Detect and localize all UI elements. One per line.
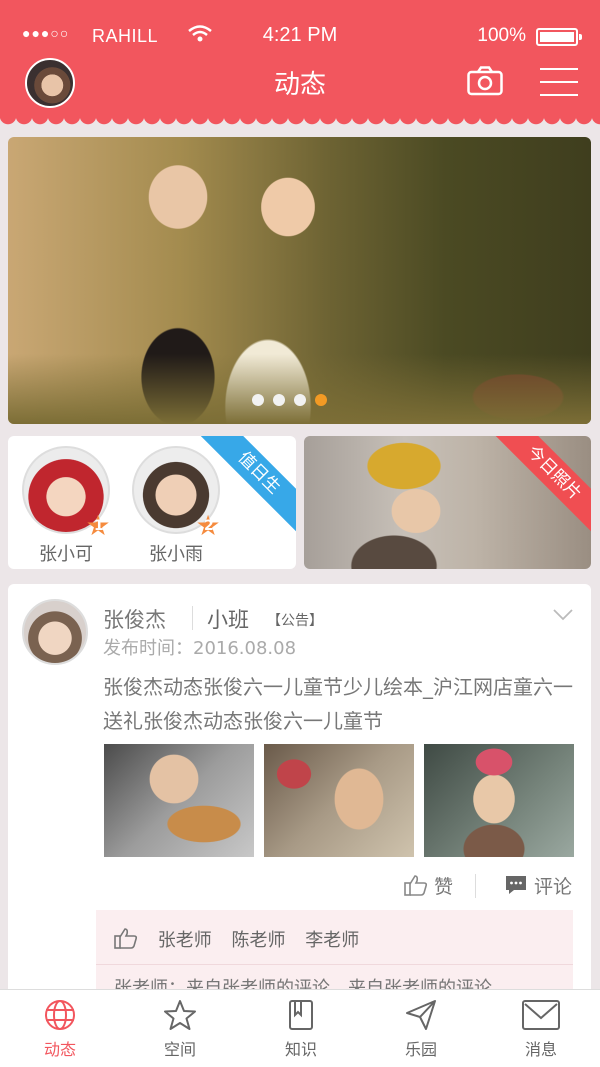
liker-name[interactable]: 陈老师	[231, 930, 285, 951]
photo-of-day-card[interactable]: 今日照片	[304, 436, 591, 569]
tab-label: 消息	[524, 1040, 557, 1059]
tab-knowledge[interactable]: 知识	[261, 998, 341, 1060]
mail-icon	[522, 1000, 560, 1030]
page-title: 动态	[273, 70, 326, 100]
likers-row: 张老师 陈老师 李老师	[114, 926, 373, 952]
author-name[interactable]: 张俊杰	[103, 604, 166, 634]
comment-button[interactable]: 评论	[504, 872, 572, 899]
feed-post: 张俊杰 小班 【公告】 发布时间：2016.08.08 张俊杰动态张俊六一儿童节…	[8, 584, 591, 1004]
star-icon	[164, 1000, 196, 1030]
tab-dynamics[interactable]: 动态	[20, 998, 100, 1060]
liker-name[interactable]: 李老师	[305, 930, 359, 951]
thumbs-up-icon	[404, 875, 434, 898]
post-time: 发布时间：2016.08.08	[103, 638, 297, 659]
like-label: 赞	[434, 876, 454, 898]
tab-label: 动态	[43, 1040, 76, 1059]
duty-kid-1[interactable]: 张小可 ★ 1	[20, 446, 112, 566]
battery-icon	[536, 28, 582, 46]
thumbs-up-icon	[114, 928, 144, 951]
carousel-dot[interactable]	[294, 394, 306, 406]
carousel-indicator	[252, 391, 336, 410]
tab-messages[interactable]: 消息	[501, 998, 581, 1060]
class-name: 小班	[207, 608, 249, 632]
camera-icon[interactable]	[467, 66, 503, 96]
status-bar: ●●●○○ RAHILL 4:21 PM 100%	[22, 22, 582, 52]
hero-banner[interactable]	[8, 137, 591, 424]
carousel-dot[interactable]	[273, 394, 285, 406]
menu-icon[interactable]	[540, 68, 578, 96]
rank-number: 1	[94, 518, 104, 534]
post-image[interactable]	[264, 744, 414, 857]
carousel-dot-active[interactable]	[315, 394, 327, 406]
comment-label: 评论	[534, 876, 573, 898]
bottom-tab-bar: 动态 空间 知识 乐园 消息	[0, 989, 600, 1067]
kid-name: 张小雨	[149, 544, 203, 565]
liker-name[interactable]: 张老师	[158, 930, 212, 951]
post-image[interactable]	[424, 744, 574, 857]
chevron-down-icon[interactable]	[553, 606, 573, 621]
post-tag: 【公告】	[267, 613, 323, 629]
book-icon	[289, 1000, 313, 1030]
top-bar: ●●●○○ RAHILL 4:21 PM 100% 动态	[0, 0, 600, 126]
like-button[interactable]: 赞	[404, 872, 453, 899]
tab-playground[interactable]: 乐园	[381, 998, 461, 1060]
comment-icon	[504, 876, 534, 898]
tab-space[interactable]: 空间	[140, 998, 220, 1060]
tab-label: 知识	[284, 1040, 317, 1059]
tab-label: 乐园	[404, 1040, 437, 1059]
carousel-dot[interactable]	[252, 394, 264, 406]
paper-plane-icon	[406, 1000, 436, 1030]
author-avatar[interactable]	[22, 599, 88, 665]
duty-kid-2[interactable]: 张小雨 ★ 2	[130, 446, 222, 566]
post-body: 张俊杰动态张俊六一儿童节少儿绘本_沪江网店童六一送礼张俊杰动态张俊六一儿童节	[103, 675, 573, 733]
photo-ribbon: 今日照片	[490, 436, 591, 537]
globe-icon	[45, 1000, 75, 1030]
duty-card[interactable]: 张小可 ★ 1 张小雨 ★ 2 值日生	[8, 436, 296, 569]
rank-number: 2	[204, 518, 214, 534]
battery-percent: 100%	[477, 25, 526, 46]
post-image[interactable]	[104, 744, 254, 857]
kid-name: 张小可	[39, 544, 93, 565]
tab-label: 空间	[163, 1040, 196, 1059]
